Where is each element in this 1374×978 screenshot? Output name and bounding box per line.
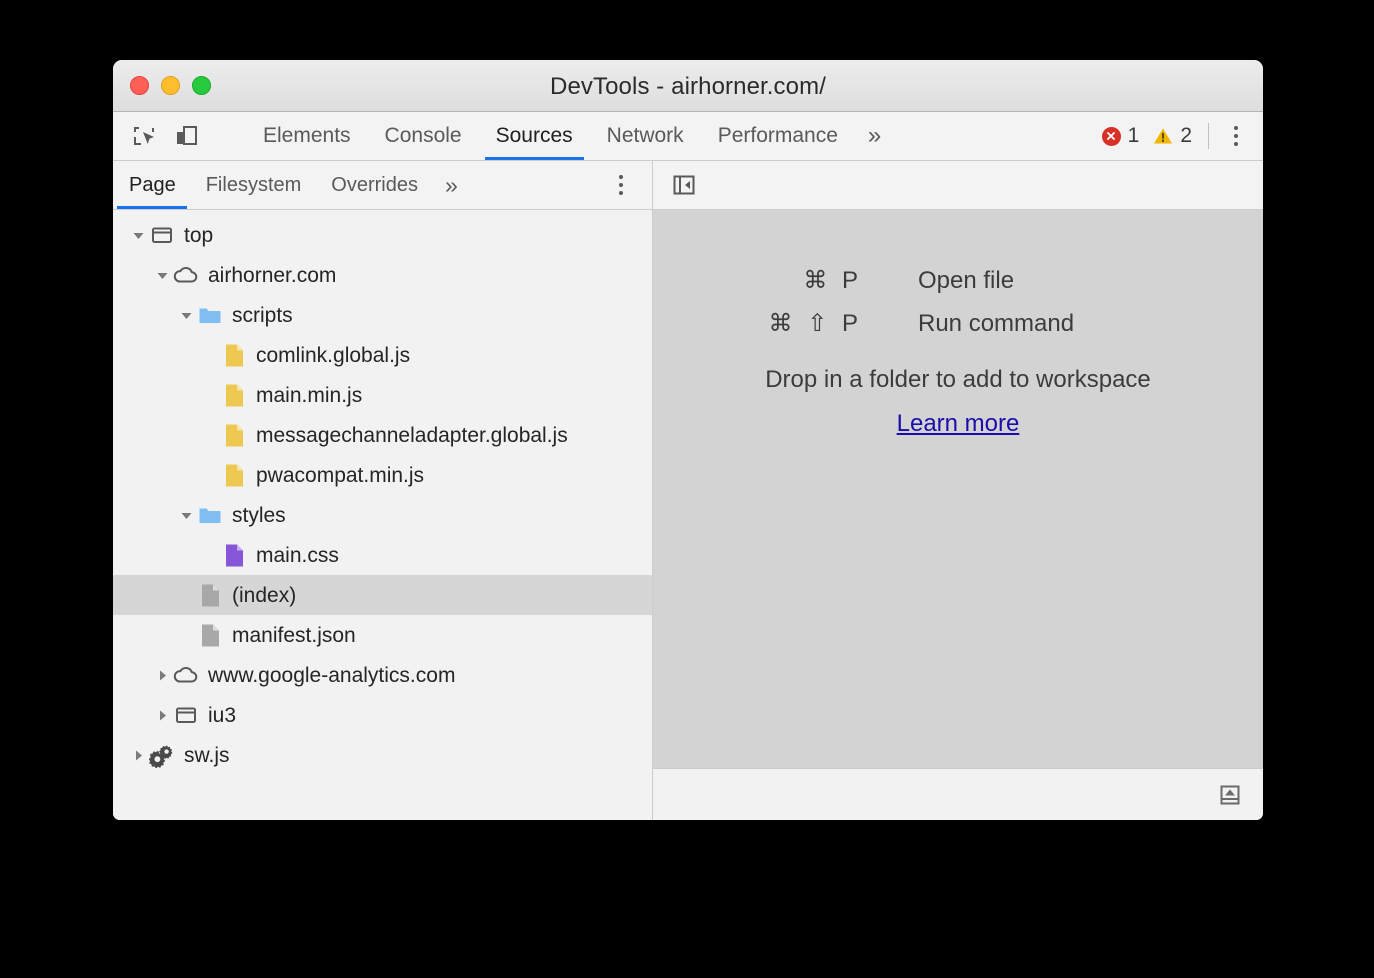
chevron-right-icon[interactable]: [127, 749, 149, 762]
chevron-right-icon[interactable]: [151, 669, 173, 682]
kebab-menu-icon[interactable]: [1223, 123, 1249, 149]
shortcut-open-file: ⌘ P Open file: [718, 266, 1198, 295]
more-navigator-tabs-button[interactable]: »: [433, 161, 470, 209]
navigator-toolbar: Page Filesystem Overrides »: [113, 161, 1263, 210]
frame-icon: [173, 703, 199, 727]
inspect-element-icon[interactable]: [131, 123, 157, 149]
tree-row-label: sw.js: [184, 745, 230, 766]
tab-overrides[interactable]: Overrides: [316, 161, 433, 209]
workspace-hint: Drop in a folder to add to workspace: [765, 366, 1151, 394]
tree-row[interactable]: main.css: [113, 535, 652, 575]
tree-row[interactable]: www.google-analytics.com: [113, 655, 652, 695]
cloud-icon: [173, 263, 199, 287]
tab-console[interactable]: Console: [368, 112, 479, 160]
editor-placeholder: ⌘ P Open file ⌘ ⇧ P Run command Drop in …: [653, 210, 1263, 820]
js-file-icon: [221, 463, 247, 488]
warning-icon: [1153, 127, 1173, 145]
tree-row-label: iu3: [208, 705, 236, 726]
chevron-down-icon[interactable]: [175, 309, 197, 322]
navigator-menu-button[interactable]: [608, 161, 652, 209]
chevron-down-icon[interactable]: [151, 269, 173, 282]
tab-network[interactable]: Network: [590, 112, 701, 160]
tree-row[interactable]: styles: [113, 495, 652, 535]
tree-row-label: manifest.json: [232, 625, 356, 646]
tab-elements[interactable]: Elements: [246, 112, 368, 160]
tree-row-label: www.google-analytics.com: [208, 665, 455, 686]
folder-icon: [197, 504, 223, 526]
doc-file-icon: [197, 583, 223, 608]
tree-row-label: comlink.global.js: [256, 345, 410, 366]
frame-icon: [149, 223, 175, 247]
devtools-body: top airhorner.com scripts comlink.global.js…: [113, 210, 1263, 820]
tree-row[interactable]: comlink.global.js: [113, 335, 652, 375]
tree-row[interactable]: messagechanneladapter.global.js: [113, 415, 652, 455]
tab-sources[interactable]: Sources: [479, 112, 590, 160]
js-file-icon: [221, 383, 247, 408]
tree-row[interactable]: top: [113, 215, 652, 255]
statusbar: [653, 768, 1263, 820]
navigator-tabs: Page Filesystem Overrides »: [113, 161, 653, 209]
shortcut-run-command: ⌘ ⇧ P Run command: [718, 309, 1198, 338]
window-titlebar: DevTools - airhorner.com/: [113, 60, 1263, 112]
main-toolbar: Elements Console Sources Network Perform…: [113, 112, 1263, 161]
error-count: 1: [1128, 124, 1140, 148]
tree-row-label: main.min.js: [256, 385, 362, 406]
toolbar-divider-right: [1208, 123, 1209, 149]
tree-row-label: airhorner.com: [208, 265, 336, 286]
doc-file-icon: [197, 623, 223, 648]
gears-icon: [149, 743, 175, 768]
tree-row-label: messagechanneladapter.global.js: [256, 425, 568, 446]
tree-row[interactable]: airhorner.com: [113, 255, 652, 295]
error-icon: [1102, 127, 1121, 146]
tree-row[interactable]: scripts: [113, 295, 652, 335]
page-file-tree[interactable]: top airhorner.com scripts comlink.global.js…: [113, 210, 653, 820]
tree-row-label: (index): [232, 585, 296, 606]
shortcut-keys: ⌘ P: [718, 266, 918, 295]
error-badge[interactable]: 1: [1102, 124, 1140, 148]
css-file-icon: [221, 543, 247, 568]
tree-row[interactable]: pwacompat.min.js: [113, 455, 652, 495]
more-panels-button[interactable]: »: [855, 112, 894, 160]
chevron-down-icon[interactable]: [175, 509, 197, 522]
editor-toolbar: [653, 161, 1263, 209]
toolbar-right-group: 1 2: [1102, 112, 1263, 160]
shortcut-keys: ⌘ ⇧ P: [718, 309, 918, 338]
tree-row[interactable]: (index): [113, 575, 652, 615]
shortcut-label: Open file: [918, 267, 1198, 295]
tree-row-label: styles: [232, 505, 286, 526]
chevron-right-icon[interactable]: [151, 709, 173, 722]
tree-row-label: pwacompat.min.js: [256, 465, 424, 486]
js-file-icon: [221, 423, 247, 448]
chevron-down-icon[interactable]: [127, 229, 149, 242]
tree-row[interactable]: manifest.json: [113, 615, 652, 655]
folder-icon: [197, 304, 223, 326]
tree-row-label: scripts: [232, 305, 293, 326]
warning-badge[interactable]: 2: [1153, 124, 1192, 148]
show-drawer-icon[interactable]: [1215, 780, 1245, 810]
warning-count: 2: [1180, 124, 1192, 148]
tree-row-label: top: [184, 225, 213, 246]
tree-row-label: main.css: [256, 545, 339, 566]
kebab-menu-icon: [608, 172, 634, 198]
tree-row[interactable]: main.min.js: [113, 375, 652, 415]
js-file-icon: [221, 343, 247, 368]
toolbar-icon-group: [113, 112, 232, 160]
statusbar-left-spacer: [113, 768, 653, 820]
device-toolbar-icon[interactable]: [173, 123, 199, 149]
learn-more-link[interactable]: Learn more: [897, 410, 1020, 438]
tree-row[interactable]: iu3: [113, 695, 652, 735]
collapse-sidebar-icon[interactable]: [669, 170, 699, 200]
window-title: DevTools - airhorner.com/: [113, 73, 1263, 101]
tab-performance[interactable]: Performance: [701, 112, 855, 160]
panel-tabs: Elements Console Sources Network Perform…: [246, 112, 894, 160]
shortcut-label: Run command: [918, 310, 1198, 338]
tab-page[interactable]: Page: [113, 161, 191, 209]
devtools-window: DevTools - airhorner.com/ Elements C: [113, 60, 1263, 820]
cloud-icon: [173, 663, 199, 687]
tab-filesystem[interactable]: Filesystem: [191, 161, 317, 209]
